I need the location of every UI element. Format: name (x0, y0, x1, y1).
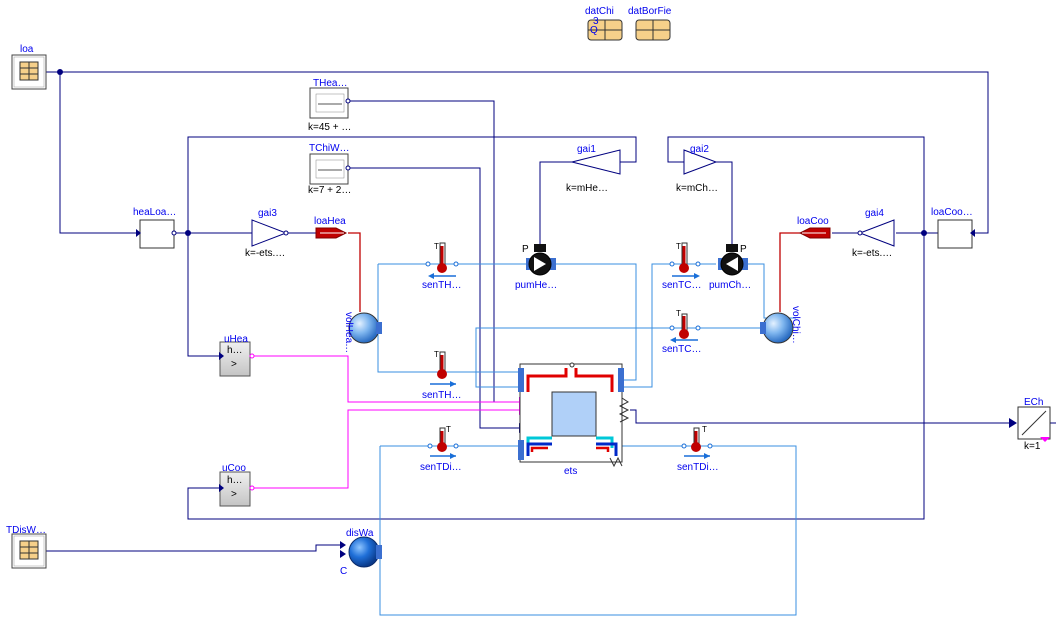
disWa-c-mark: C (340, 566, 347, 577)
pumHe-pump[interactable]: P pumHe… (515, 244, 557, 291)
TChiW-block[interactable]: TChiW… k=7 + 2… (308, 143, 351, 196)
loaCoo-heatflow[interactable]: loaCoo (797, 216, 831, 239)
uHea-gt: > (231, 359, 237, 370)
senTC1-sensor[interactable]: T senTC… (662, 242, 701, 291)
THea-label: THea… (313, 78, 347, 89)
uCoo-inner: h… (227, 475, 243, 486)
TDisW-label: TDisW… (6, 525, 46, 536)
heaLoa-block[interactable]: heaLoa… (133, 207, 177, 249)
diagram-canvas: loa datChi Q 3 datBorFie THea… k=45 + … … (6, 6, 1056, 616)
gai2-gain[interactable]: gai2 k=mCh… (676, 144, 718, 194)
senTC2-sensor[interactable]: T senTC… (662, 309, 701, 355)
THea-block[interactable]: THea… k=45 + … (308, 78, 351, 133)
volHea-label: volHea… (343, 312, 354, 353)
senTH2-sensor[interactable]: T senTH… (422, 350, 461, 401)
datChi-record[interactable]: datChi Q 3 (585, 6, 623, 41)
loaCoo-split-block[interactable]: loaCoo… (931, 207, 975, 249)
volChi-label: volChi… (790, 306, 801, 344)
uHea-inner: h… (227, 345, 243, 356)
senTH2-t-mark: T (434, 350, 439, 359)
senTC2-label: senTC… (662, 344, 701, 355)
loaCoo-label: loaCoo (797, 216, 829, 227)
loaHea-label: loaHea (314, 216, 346, 227)
disWa-source[interactable]: disWa C (340, 528, 382, 577)
disWa-label: disWa (346, 528, 374, 539)
senTH2-label: senTH… (422, 390, 461, 401)
modelica-diagram: loa datChi Q 3 datBorFie THea… k=45 + … … (0, 0, 1062, 623)
gai3-param: k=-ets.… (245, 248, 285, 259)
gai2-label: gai2 (690, 144, 709, 155)
loa-label: loa (20, 44, 34, 55)
gai2-param: k=mCh… (676, 183, 718, 194)
gai1-label: gai1 (577, 144, 596, 155)
datBorFie-label: datBorFie (628, 6, 672, 17)
uCoo-hysteresis[interactable]: uCoo h… > (219, 463, 255, 507)
gai4-param: k=-ets.… (852, 248, 892, 259)
uCoo-label: uCoo (222, 463, 246, 474)
pumCh-label: pumCh… (709, 280, 751, 291)
uHea-label: uHea (224, 334, 248, 345)
senTDi2-t-mark: T (702, 425, 707, 434)
pumHe-label: pumHe… (515, 280, 557, 291)
pumHe-p-mark: P (522, 244, 529, 255)
senTDi1-label: senTDi… (420, 462, 462, 473)
uHea-hysteresis[interactable]: uHea h… > (219, 334, 255, 377)
loa-table-block[interactable]: loa (11, 44, 47, 90)
loaHea-heatflow[interactable]: loaHea (314, 216, 348, 239)
loaCoo-split-label: loaCoo… (931, 207, 973, 218)
senTH1-label: senTH… (422, 280, 461, 291)
senTDi1-sensor[interactable]: T senTDi… (420, 425, 462, 473)
senTDi2-sensor[interactable]: T senTDi… (677, 425, 719, 473)
pumCh-p-mark: P (740, 244, 747, 255)
gai3-gain[interactable]: gai3 k=-ets.… (245, 208, 316, 259)
gai3-label: gai3 (258, 208, 277, 219)
datChi-label: datChi (585, 6, 614, 17)
signal-connections (46, 69, 1056, 552)
heaLoa-label: heaLoa… (133, 207, 176, 218)
boolean-connections (252, 355, 527, 489)
senTDi2-label: senTDi… (677, 462, 719, 473)
ECh-integrator[interactable]: ECh k=1 (1009, 397, 1051, 452)
ECh-label: ECh (1024, 397, 1043, 408)
TChiW-label: TChiW… (309, 143, 350, 154)
gai1-gain[interactable]: gai1 k=mHe… (566, 144, 621, 194)
senTC1-label: senTC… (662, 280, 701, 291)
TDisW-table-block[interactable]: TDisW… (6, 525, 47, 569)
senTH1-t-mark: T (434, 242, 439, 251)
pumCh-pump[interactable]: P pumCh… (709, 244, 751, 291)
THea-param: k=45 + … (308, 122, 351, 133)
gai4-label: gai4 (865, 208, 884, 219)
ets-label: ets (564, 466, 577, 477)
senTH1-sensor[interactable]: T senTH… (422, 242, 461, 291)
senTDi1-t-mark: T (446, 425, 451, 434)
senTC1-t-mark: T (676, 242, 681, 251)
uCoo-gt: > (231, 489, 237, 500)
volHea-volume[interactable]: volHea… (343, 312, 382, 353)
gai4-gain[interactable]: gai4 k=-ets.… (832, 208, 895, 259)
gai1-param: k=mHe… (566, 183, 608, 194)
datBorFie-record[interactable]: datBorFie (628, 6, 672, 41)
TChiW-param: k=7 + 2… (308, 185, 351, 196)
senTC2-t-mark: T (676, 309, 681, 318)
ets-station[interactable]: ets (518, 362, 630, 477)
datChi-three-mark: 3 (593, 16, 599, 27)
ECh-param: k=1 (1024, 441, 1041, 452)
